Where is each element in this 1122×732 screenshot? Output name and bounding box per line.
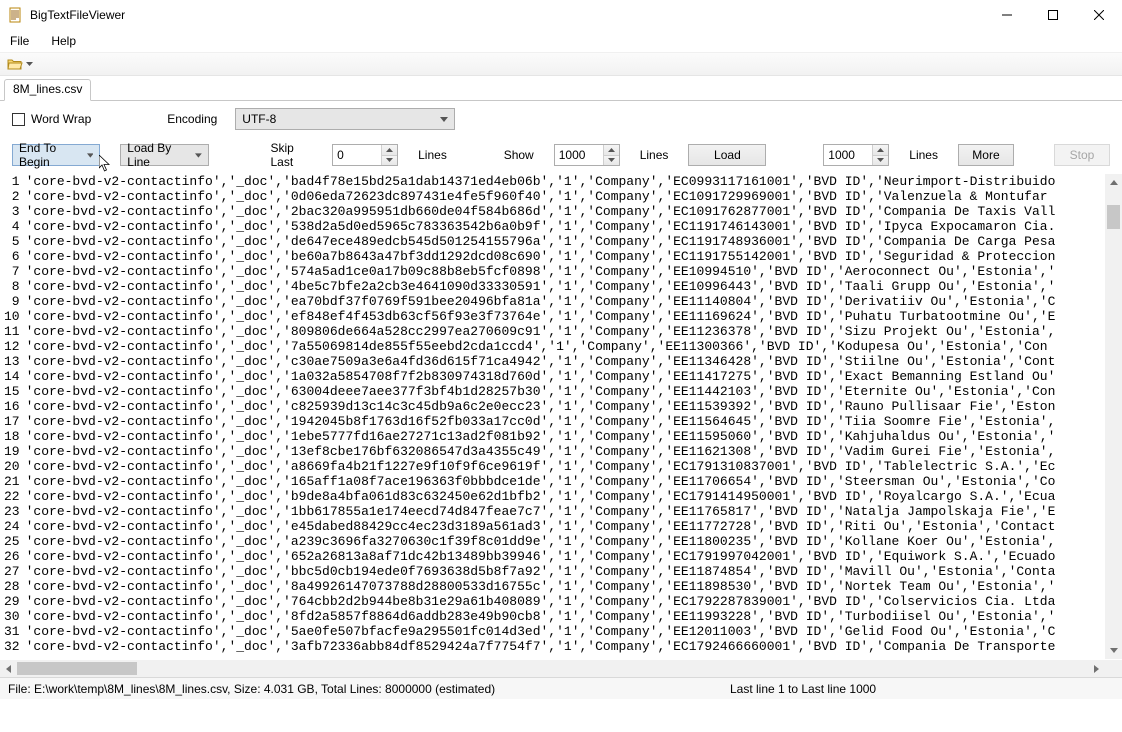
title-bar: BigTextFileViewer bbox=[0, 0, 1122, 30]
skip-value[interactable] bbox=[333, 145, 381, 165]
status-file-info: File: E:\work\temp\8M_lines\8M_lines.csv… bbox=[0, 682, 503, 696]
load-mode-value: Load By Line bbox=[127, 141, 186, 169]
show-input[interactable] bbox=[554, 144, 620, 166]
window-title: BigTextFileViewer bbox=[30, 8, 984, 22]
jump-unit: Lines bbox=[909, 148, 938, 162]
line-gutter: 1234567891011121314151617181920212223242… bbox=[0, 174, 26, 659]
minimize-button[interactable] bbox=[984, 0, 1030, 29]
options-row-1: Word Wrap Encoding UTF-8 bbox=[0, 101, 1122, 137]
jump-input[interactable] bbox=[823, 144, 889, 166]
direction-select[interactable]: End To Begin bbox=[12, 144, 100, 166]
skip-input[interactable] bbox=[332, 144, 398, 166]
direction-value: End To Begin bbox=[19, 141, 79, 169]
more-button[interactable]: More bbox=[958, 144, 1014, 166]
text-content[interactable]: 'core-bvd-v2-contactinfo','_doc','bad4f7… bbox=[26, 174, 1122, 659]
menu-help[interactable]: Help bbox=[47, 32, 80, 50]
jump-value[interactable] bbox=[824, 145, 872, 165]
tab-file[interactable]: 8M_lines.csv bbox=[4, 79, 91, 101]
menu-file[interactable]: File bbox=[6, 32, 33, 50]
load-button[interactable]: Load bbox=[688, 144, 766, 166]
menu-bar: File Help bbox=[0, 30, 1122, 52]
toolbar bbox=[0, 52, 1122, 76]
load-mode-select[interactable]: Load By Line bbox=[120, 144, 208, 166]
status-range: Last line 1 to Last line 1000 bbox=[722, 682, 1122, 696]
encoding-label: Encoding bbox=[167, 112, 217, 126]
show-label: Show bbox=[504, 148, 534, 162]
show-spinner[interactable] bbox=[603, 145, 619, 165]
status-bar: File: E:\work\temp\8M_lines\8M_lines.csv… bbox=[0, 677, 1122, 699]
tab-strip: 8M_lines.csv bbox=[0, 76, 1122, 100]
wordwrap-label: Word Wrap bbox=[31, 112, 91, 126]
vertical-scrollbar[interactable] bbox=[1105, 174, 1122, 659]
stop-button[interactable]: Stop bbox=[1054, 144, 1110, 166]
encoding-value: UTF-8 bbox=[242, 112, 276, 126]
skip-label: Skip Last bbox=[270, 141, 312, 169]
wordwrap-checkbox[interactable]: Word Wrap bbox=[12, 112, 91, 126]
skip-unit: Lines bbox=[418, 148, 447, 162]
close-button[interactable] bbox=[1076, 0, 1122, 29]
jump-spinner[interactable] bbox=[872, 145, 888, 165]
open-file-button[interactable] bbox=[6, 54, 34, 74]
text-viewer: 1234567891011121314151617181920212223242… bbox=[0, 173, 1122, 677]
app-icon bbox=[8, 7, 24, 23]
show-unit: Lines bbox=[640, 148, 669, 162]
encoding-select[interactable]: UTF-8 bbox=[235, 108, 455, 130]
horizontal-scrollbar[interactable] bbox=[0, 660, 1105, 677]
maximize-button[interactable] bbox=[1030, 0, 1076, 29]
skip-spinner[interactable] bbox=[381, 145, 397, 165]
show-value[interactable] bbox=[555, 145, 603, 165]
options-row-2: End To Begin Load By Line Skip Last Line… bbox=[0, 137, 1122, 173]
